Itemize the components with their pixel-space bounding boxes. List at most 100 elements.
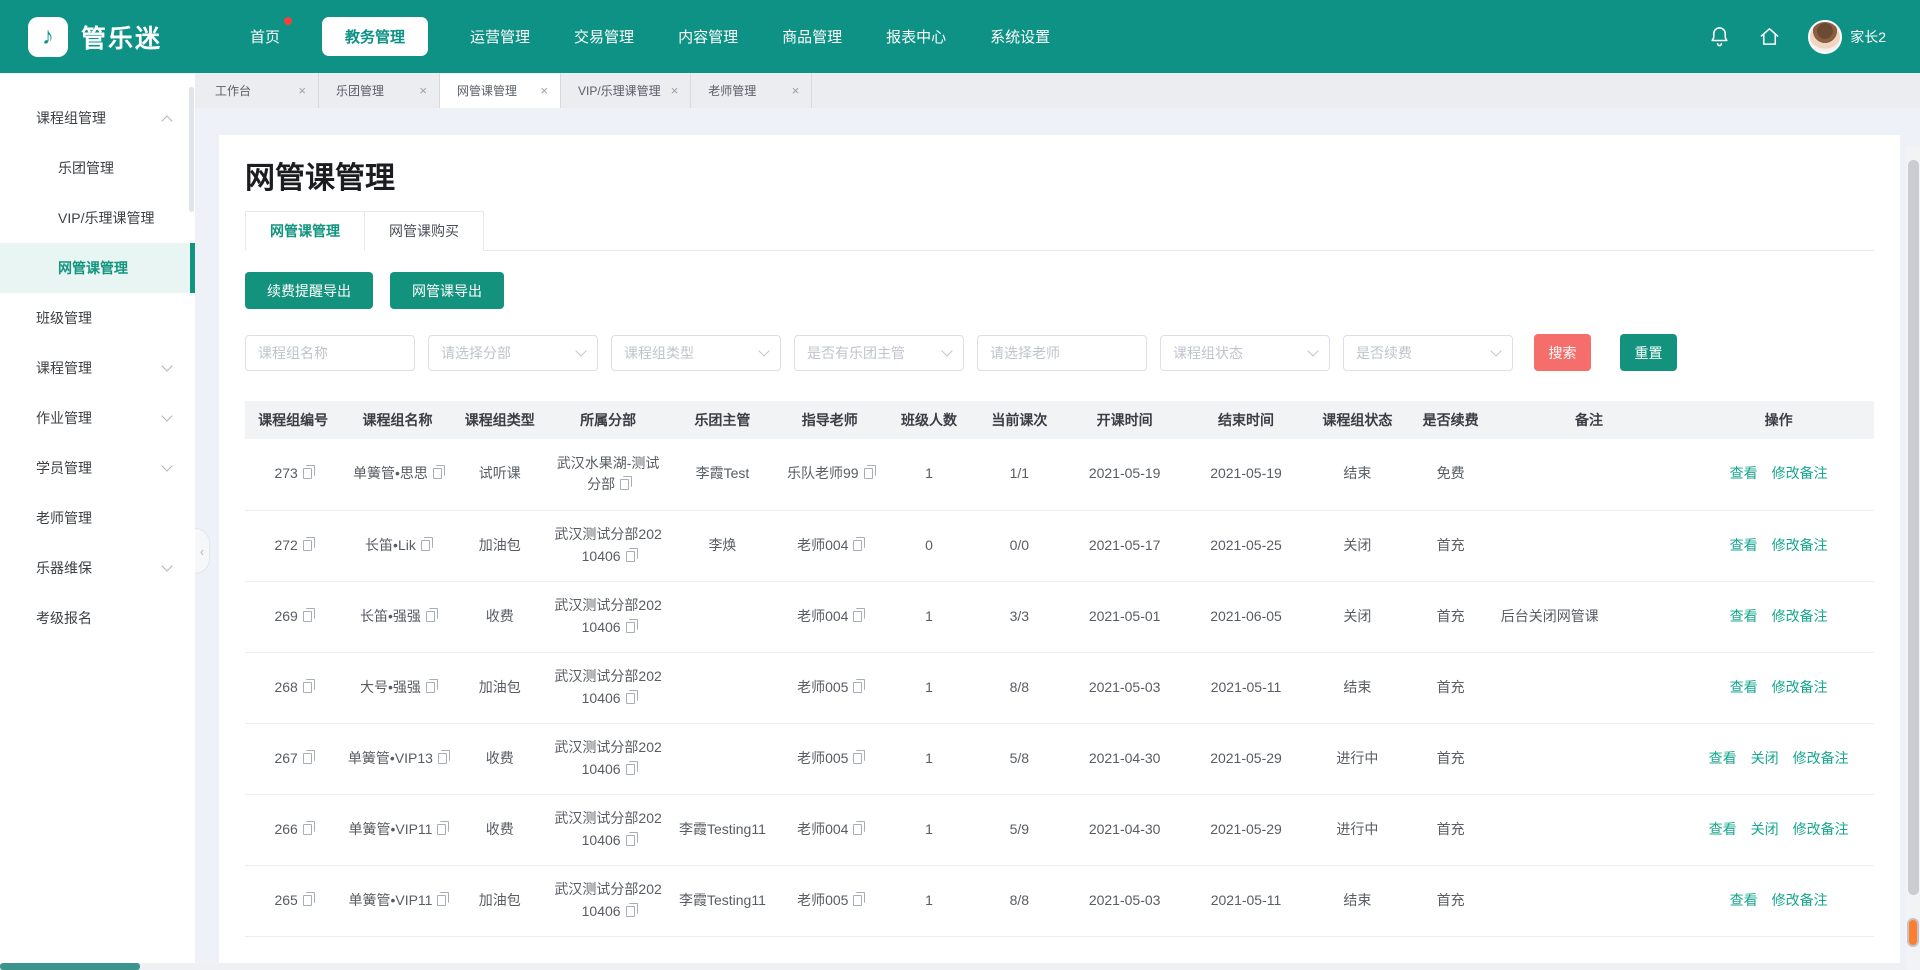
sidebar-item-class-mgmt[interactable]: 班级管理: [0, 293, 195, 343]
nav-item-transactions[interactable]: 交易管理: [572, 17, 636, 56]
edit-remark-link[interactable]: 修改备注: [1772, 535, 1828, 557]
sidebar-item-band-mgmt[interactable]: 乐团管理: [0, 143, 195, 193]
user-menu[interactable]: 家长2: [1808, 20, 1886, 54]
edit-remark-link[interactable]: 修改备注: [1772, 606, 1828, 628]
subtab-online-course-mgmt[interactable]: 网管课管理: [245, 211, 365, 251]
copy-icon[interactable]: [626, 764, 635, 775]
copy-icon[interactable]: [303, 682, 312, 693]
sidebar-item-course-mgmt[interactable]: 课程管理: [0, 343, 195, 393]
edit-remark-link[interactable]: 修改备注: [1772, 677, 1828, 699]
sidebar-item-homework-mgmt[interactable]: 作业管理: [0, 393, 195, 443]
view-link[interactable]: 查看: [1709, 819, 1737, 841]
nav-item-operations[interactable]: 运营管理: [468, 17, 532, 56]
course-group-type-select[interactable]: 课程组类型: [611, 335, 781, 371]
copy-icon[interactable]: [626, 693, 635, 704]
copy-icon[interactable]: [853, 895, 862, 906]
cell-renew: 首充: [1407, 652, 1495, 723]
close-icon[interactable]: ×: [669, 83, 681, 98]
copy-icon[interactable]: [426, 611, 435, 622]
subtab-online-course-purchase[interactable]: 网管课购买: [365, 211, 484, 251]
close-icon[interactable]: ×: [296, 83, 308, 98]
copy-icon[interactable]: [303, 824, 312, 835]
copy-icon[interactable]: [853, 611, 862, 622]
copy-icon[interactable]: [626, 835, 635, 846]
sidebar-scrollbar-thumb[interactable]: [189, 87, 194, 212]
view-link[interactable]: 查看: [1730, 463, 1758, 485]
copy-icon[interactable]: [864, 468, 873, 479]
sidebar-item-exam-registration[interactable]: 考级报名: [0, 593, 195, 643]
view-link[interactable]: 查看: [1730, 535, 1758, 557]
copy-icon[interactable]: [303, 611, 312, 622]
view-link[interactable]: 查看: [1730, 606, 1758, 628]
tab-band-mgmt[interactable]: 乐团管理×: [319, 73, 440, 108]
copy-icon[interactable]: [426, 682, 435, 693]
vertical-scrollbar-track[interactable]: [1906, 146, 1920, 970]
tab-vip-theory-mgmt[interactable]: VIP/乐理课管理×: [561, 73, 691, 108]
tab-teacher-mgmt[interactable]: 老师管理×: [691, 73, 812, 108]
copy-icon[interactable]: [303, 753, 312, 764]
close-link[interactable]: 关闭: [1751, 819, 1779, 841]
tab-online-course-mgmt[interactable]: 网管课管理×: [440, 73, 561, 108]
sidebar-item-course-group-mgmt[interactable]: 课程组管理: [0, 93, 195, 143]
view-link[interactable]: 查看: [1730, 890, 1758, 912]
close-icon[interactable]: ×: [790, 83, 802, 98]
horizontal-scrollbar-thumb[interactable]: [0, 963, 140, 970]
copy-icon[interactable]: [303, 540, 312, 551]
copy-icon[interactable]: [303, 895, 312, 906]
cell-remark: [1495, 652, 1684, 723]
copy-icon[interactable]: [626, 622, 635, 633]
vertical-scrollbar-thumb[interactable]: [1908, 160, 1919, 895]
view-link[interactable]: 查看: [1709, 748, 1737, 770]
copy-icon[interactable]: [437, 895, 446, 906]
copy-icon[interactable]: [853, 682, 862, 693]
close-icon[interactable]: ×: [417, 83, 429, 98]
copy-icon[interactable]: [853, 753, 862, 764]
nav-item-content[interactable]: 内容管理: [676, 17, 740, 56]
bell-icon[interactable]: [1708, 25, 1731, 48]
scroll-marker[interactable]: [1907, 918, 1919, 947]
horizontal-scrollbar-track[interactable]: [0, 963, 1906, 970]
has-band-manager-select[interactable]: 是否有乐团主管: [794, 335, 964, 371]
sidebar-item-student-mgmt[interactable]: 学员管理: [0, 443, 195, 493]
sidebar-item-instrument-maintenance[interactable]: 乐器维保: [0, 543, 195, 593]
reset-button[interactable]: 重置: [1620, 334, 1677, 371]
online-course-export-button[interactable]: 网管课导出: [390, 272, 504, 309]
copy-icon[interactable]: [433, 468, 442, 479]
sidebar-item-teacher-mgmt[interactable]: 老师管理: [0, 493, 195, 543]
cell-type: 收费: [454, 581, 546, 652]
copy-icon[interactable]: [853, 540, 862, 551]
close-link[interactable]: 关闭: [1751, 748, 1779, 770]
cell-id: 273: [245, 439, 341, 510]
teacher-input[interactable]: [977, 335, 1147, 371]
view-link[interactable]: 查看: [1730, 677, 1758, 699]
sidebar-item-online-course-mgmt[interactable]: 网管课管理: [0, 243, 195, 293]
copy-icon[interactable]: [437, 824, 446, 835]
course-group-status-select[interactable]: 课程组状态: [1160, 335, 1330, 371]
nav-item-academic[interactable]: 教务管理: [322, 17, 428, 56]
copy-icon[interactable]: [626, 551, 635, 562]
copy-icon[interactable]: [620, 479, 629, 490]
nav-item-reports[interactable]: 报表中心: [884, 17, 948, 56]
copy-icon[interactable]: [303, 468, 312, 479]
nav-item-home[interactable]: 首页: [248, 17, 282, 56]
course-group-name-input[interactable]: [245, 335, 415, 371]
tab-workbench[interactable]: 工作台×: [198, 73, 319, 108]
copy-icon[interactable]: [421, 540, 430, 551]
edit-remark-link[interactable]: 修改备注: [1772, 463, 1828, 485]
nav-item-products[interactable]: 商品管理: [780, 17, 844, 56]
edit-remark-link[interactable]: 修改备注: [1793, 748, 1849, 770]
close-icon[interactable]: ×: [538, 83, 550, 98]
renewal-reminder-export-button[interactable]: 续费提醒导出: [245, 272, 373, 309]
search-button[interactable]: 搜索: [1534, 334, 1591, 371]
renewal-select[interactable]: 是否续费: [1343, 335, 1513, 371]
edit-remark-link[interactable]: 修改备注: [1772, 890, 1828, 912]
edit-remark-link[interactable]: 修改备注: [1793, 819, 1849, 841]
sidebar-item-vip-theory-mgmt[interactable]: VIP/乐理课管理: [0, 193, 195, 243]
nav-item-settings[interactable]: 系统设置: [988, 17, 1052, 56]
copy-icon[interactable]: [438, 753, 447, 764]
brand-logo[interactable]: ♪ 管乐迷: [0, 17, 212, 57]
branch-select[interactable]: 请选择分部: [428, 335, 598, 371]
home-icon[interactable]: [1758, 25, 1781, 48]
copy-icon[interactable]: [626, 906, 635, 917]
copy-icon[interactable]: [853, 824, 862, 835]
